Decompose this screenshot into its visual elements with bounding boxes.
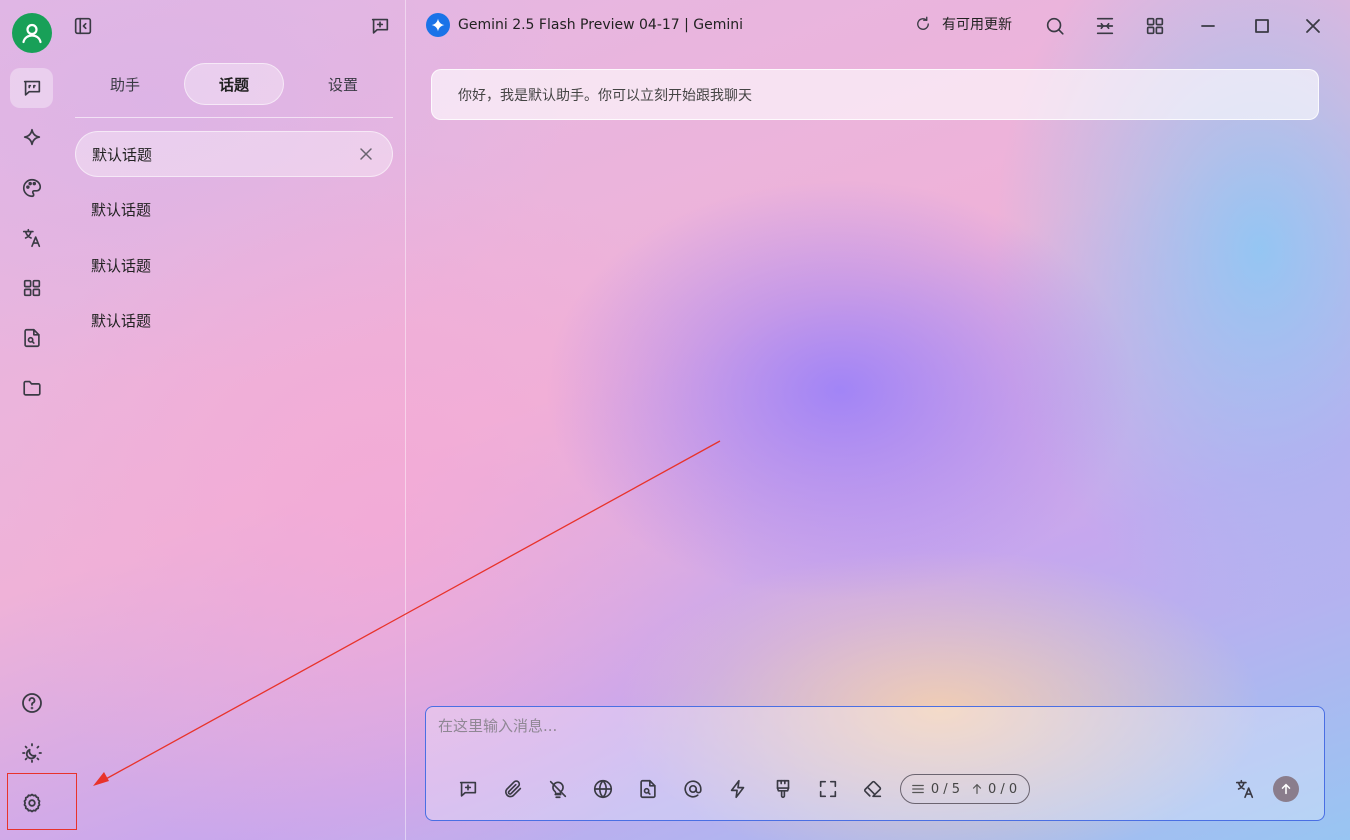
close-icon[interactable]: [358, 146, 374, 162]
search-icon: [1046, 17, 1064, 35]
expand-icon: [819, 780, 837, 798]
assistant-greeting: 你好，我是默认助手。你可以立刻开始跟我聊天: [431, 69, 1319, 120]
new-chat-icon: [371, 18, 389, 34]
gemini-logo-icon: [426, 13, 450, 37]
arrow-up-icon: [972, 784, 982, 794]
mini-apps-button[interactable]: [1141, 12, 1169, 40]
message-composer: 0 / 5 0 / 0: [425, 706, 1325, 821]
topic-label: 默认话题: [92, 145, 153, 164]
maximize-button[interactable]: [1248, 12, 1276, 40]
user-icon: [22, 23, 42, 44]
eraser-icon: [864, 780, 882, 798]
folder-icon: [22, 380, 41, 396]
translate-icon: [22, 228, 40, 248]
fullscreen-tool[interactable]: [811, 772, 845, 806]
tab-settings[interactable]: 设置: [293, 63, 393, 105]
left-rail: [0, 0, 64, 840]
maximize-icon: [1255, 19, 1269, 33]
list-icon: [911, 784, 924, 794]
update-button[interactable]: 有可用更新: [914, 14, 1012, 34]
attach-tool[interactable]: [496, 772, 530, 806]
file-search-icon: [640, 779, 656, 799]
rail-help-button[interactable]: [10, 683, 53, 723]
collapse-sidebar-button[interactable]: [69, 12, 97, 40]
upload-count: 0 / 0: [988, 781, 1018, 797]
topic-item[interactable]: 默认话题: [75, 297, 393, 343]
translate-icon: [1235, 779, 1254, 799]
file-search-icon: [23, 328, 40, 348]
topics-panel: 助手 话题 设置 默认话题 默认话题 默认话题 默认话题: [64, 0, 406, 840]
apps-icon: [1146, 17, 1164, 35]
help-icon: [21, 693, 42, 713]
sidebar-collapse-icon: [74, 17, 92, 35]
avatar[interactable]: [12, 13, 52, 53]
clear-context-tool[interactable]: [856, 772, 890, 806]
model-selector[interactable]: Gemini 2.5 Flash Preview 04-17 | Gemini: [426, 13, 743, 37]
globe-icon: [593, 779, 613, 799]
chat-icon: [23, 80, 40, 96]
topic-label: 默认话题: [91, 311, 152, 330]
topic-item[interactable]: 默认话题: [75, 242, 393, 288]
tab-topics[interactable]: 话题: [184, 63, 284, 105]
topic-label: 默认话题: [91, 256, 152, 275]
greeting-text: 你好，我是默认助手。你可以立刻开始跟我聊天: [458, 87, 752, 104]
context-count: 0 / 5: [930, 781, 960, 797]
clear-format-tool[interactable]: [766, 772, 800, 806]
new-topic-tool[interactable]: [451, 772, 485, 806]
reasoning-tool[interactable]: [541, 772, 575, 806]
rail-chat-button[interactable]: [10, 68, 53, 108]
tab-assistant[interactable]: 助手: [75, 63, 175, 105]
bulb-off-icon: [549, 780, 567, 799]
rail-files-button[interactable]: [10, 368, 53, 408]
translate-tool[interactable]: [1228, 772, 1262, 806]
theme-icon: [21, 743, 42, 763]
topic-label: 默认话题: [91, 200, 152, 219]
arrow-up-icon: [1281, 783, 1291, 795]
message-input[interactable]: [438, 715, 1308, 761]
topic-item[interactable]: 默认话题: [75, 131, 393, 177]
rail-agents-button[interactable]: [10, 118, 53, 158]
token-counter: 0 / 5 0 / 0: [900, 774, 1030, 804]
at-icon: [684, 780, 702, 798]
update-label: 有可用更新: [942, 17, 1012, 33]
palette-icon: [22, 178, 41, 198]
refresh-icon: [917, 16, 929, 30]
topic-item[interactable]: 默认话题: [75, 186, 393, 232]
chat-header: Gemini 2.5 Flash Preview 04-17 | Gemini …: [406, 0, 1350, 50]
web-search-tool[interactable]: [586, 772, 620, 806]
apps-icon: [23, 279, 40, 297]
rail-knowledge-button[interactable]: [10, 318, 53, 358]
new-chat-icon: [459, 781, 477, 797]
rail-apps-button[interactable]: [10, 268, 53, 308]
mention-tool[interactable]: [676, 772, 710, 806]
lightning-icon: [730, 779, 745, 799]
search-button[interactable]: [1041, 12, 1069, 40]
send-button[interactable]: [1273, 776, 1299, 802]
quick-phrase-tool[interactable]: [721, 772, 755, 806]
minimize-icon: [1201, 25, 1215, 27]
brush-icon: [776, 779, 790, 799]
panel-tabs: 助手 话题 设置: [75, 62, 393, 106]
new-topic-button[interactable]: [366, 12, 394, 40]
paperclip-icon: [505, 780, 522, 798]
sparkle-icon: [23, 128, 40, 146]
layout-button[interactable]: [1091, 12, 1119, 40]
knowledge-tool[interactable]: [631, 772, 665, 806]
minimize-button[interactable]: [1194, 12, 1222, 40]
panel-divider: [75, 117, 393, 118]
close-icon: [1306, 19, 1320, 33]
model-title: Gemini 2.5 Flash Preview 04-17 | Gemini: [458, 17, 744, 33]
close-window-button[interactable]: [1299, 12, 1327, 40]
layout-icon: [1096, 17, 1114, 35]
rail-translate-button[interactable]: [10, 218, 53, 258]
rail-paint-button[interactable]: [10, 168, 53, 208]
rail-theme-button[interactable]: [10, 733, 53, 773]
